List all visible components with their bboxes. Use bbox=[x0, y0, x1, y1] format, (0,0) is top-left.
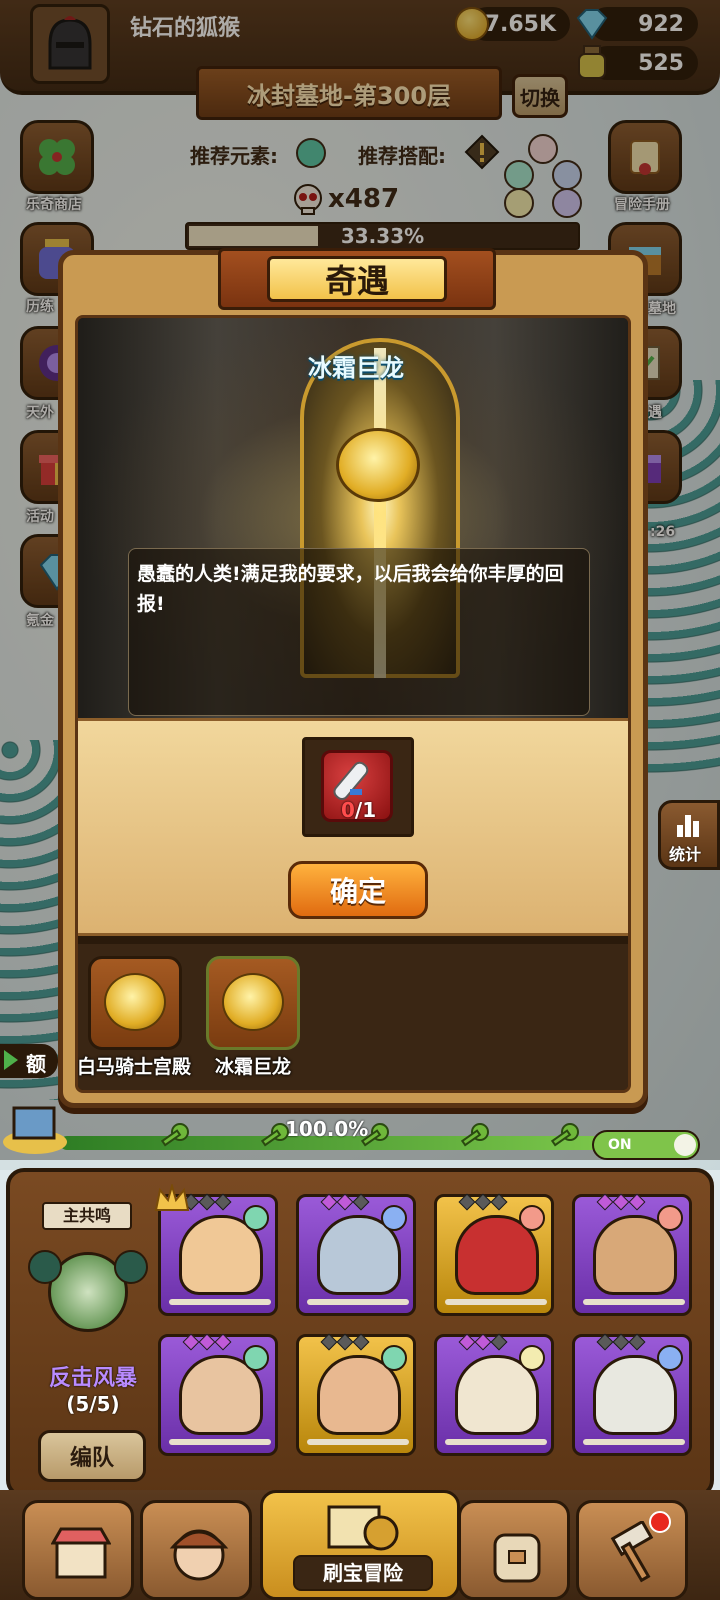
light-element-icon bbox=[519, 1345, 545, 1371]
encounter-name: 冰霜巨龙 bbox=[308, 354, 404, 382]
key-icons bbox=[160, 1123, 579, 1147]
item-have-count: 0 bbox=[341, 798, 355, 822]
fire-element-icon bbox=[519, 1205, 545, 1231]
dialog-title: 奇遇 bbox=[267, 256, 447, 302]
auto-toggle[interactable]: ON bbox=[592, 1130, 700, 1160]
skill-name: 反击风暴 bbox=[48, 1366, 137, 1391]
auto-toggle-label: ON bbox=[608, 1137, 632, 1153]
dialogue-text: 愚蠢的人类!满足我的要求，以后我会给你丰厚的回报! bbox=[137, 563, 564, 615]
bottom-navigation: 刷宝冒险 bbox=[0, 1490, 720, 1600]
requirement-panel: 0/1 确定 bbox=[78, 718, 628, 936]
hero-slot-8[interactable] bbox=[572, 1333, 692, 1456]
shop-icon bbox=[51, 1527, 111, 1579]
water-element-icon bbox=[381, 1205, 407, 1231]
crown-icon bbox=[154, 1184, 190, 1211]
item-need-count: /1 bbox=[354, 798, 377, 822]
emblem-icon bbox=[104, 973, 166, 1031]
resonance-left-icon bbox=[28, 1250, 62, 1284]
bonus-tab-label: 额 bbox=[26, 1052, 46, 1076]
nav-hero-button[interactable] bbox=[140, 1500, 252, 1600]
hero-slot-4[interactable] bbox=[572, 1193, 692, 1316]
wind-element-icon bbox=[243, 1205, 269, 1231]
bonus-tab[interactable]: 额 bbox=[0, 1044, 58, 1078]
resonance-tag: 主共鸣 bbox=[42, 1202, 132, 1230]
dialogue-box: 愚蠢的人类!满足我的要求，以后我会给你丰厚的回报! bbox=[128, 548, 590, 716]
history-item-white-knight[interactable] bbox=[88, 956, 182, 1050]
dragon-emblem-icon bbox=[336, 428, 420, 502]
hero-slot-5[interactable] bbox=[158, 1333, 278, 1456]
team-formation-button[interactable]: 编队 bbox=[38, 1430, 146, 1482]
water-element-icon bbox=[657, 1345, 683, 1371]
team-resonance-section: 主共鸣 反击风暴 (5/5) 编队 bbox=[28, 1192, 158, 1492]
hero-slot-2[interactable] bbox=[296, 1193, 416, 1316]
fire-element-icon bbox=[657, 1205, 683, 1231]
nav-active-label: 刷宝冒险 bbox=[293, 1555, 433, 1591]
hero-slot-7[interactable] bbox=[434, 1333, 554, 1456]
play-triangle-icon bbox=[4, 1050, 18, 1070]
statistics-button[interactable]: 统计 bbox=[658, 800, 720, 870]
nav-backpack-button[interactable] bbox=[458, 1500, 570, 1600]
dialog-title-ribbon: 奇遇 bbox=[218, 248, 496, 310]
encounter-scene: 冰霜巨龙 愚蠢的人类!满足我的要求，以后我会给你丰厚的回报! bbox=[78, 318, 628, 718]
team-panel: 主共鸣 反击风暴 (5/5) 编队 bbox=[6, 1168, 714, 1498]
encounter-dialog: 冰霜巨龙 愚蠢的人类!满足我的要求，以后我会给你丰厚的回报! 0/1 确定 白马… bbox=[58, 250, 648, 1108]
nav-shop-button[interactable] bbox=[22, 1500, 134, 1600]
hero-slot-3[interactable] bbox=[434, 1193, 554, 1316]
encounter-dialog-body: 冰霜巨龙 愚蠢的人类!满足我的要求，以后我会给你丰厚的回报! 0/1 确定 白马… bbox=[75, 315, 631, 1093]
wind-element-icon bbox=[381, 1345, 407, 1371]
bar-chart-icon bbox=[677, 813, 705, 837]
required-item-count: 0/1 bbox=[341, 798, 376, 822]
toggle-knob bbox=[674, 1134, 696, 1156]
backpack-icon bbox=[493, 1533, 541, 1583]
skill-count: (5/5) bbox=[66, 1392, 120, 1416]
treasure-chest-icon[interactable] bbox=[0, 1090, 70, 1160]
resonance-right-icon bbox=[114, 1250, 148, 1284]
notification-dot bbox=[649, 1511, 671, 1533]
hero-portrait-icon bbox=[169, 1529, 229, 1581]
confirm-button[interactable]: 确定 bbox=[288, 861, 428, 919]
history-item-frost-dragon[interactable] bbox=[206, 956, 300, 1050]
nav-forge-button[interactable] bbox=[576, 1500, 688, 1600]
statistics-label: 统计 bbox=[669, 845, 702, 864]
history-item-label: 冰霜巨龙 bbox=[214, 1056, 291, 1078]
map-compass-icon bbox=[327, 1505, 399, 1551]
nav-treasure-adventure-button[interactable]: 刷宝冒险 bbox=[260, 1490, 460, 1600]
history-item-label: 白马骑士宫殿 bbox=[76, 1056, 191, 1078]
encounter-history: 白马骑士宫殿 冰霜巨龙 bbox=[76, 944, 628, 1090]
hero-slot-6[interactable] bbox=[296, 1333, 416, 1456]
emblem-icon bbox=[222, 973, 284, 1031]
wind-element-icon bbox=[243, 1345, 269, 1371]
required-item-slot[interactable]: 0/1 bbox=[302, 737, 414, 837]
